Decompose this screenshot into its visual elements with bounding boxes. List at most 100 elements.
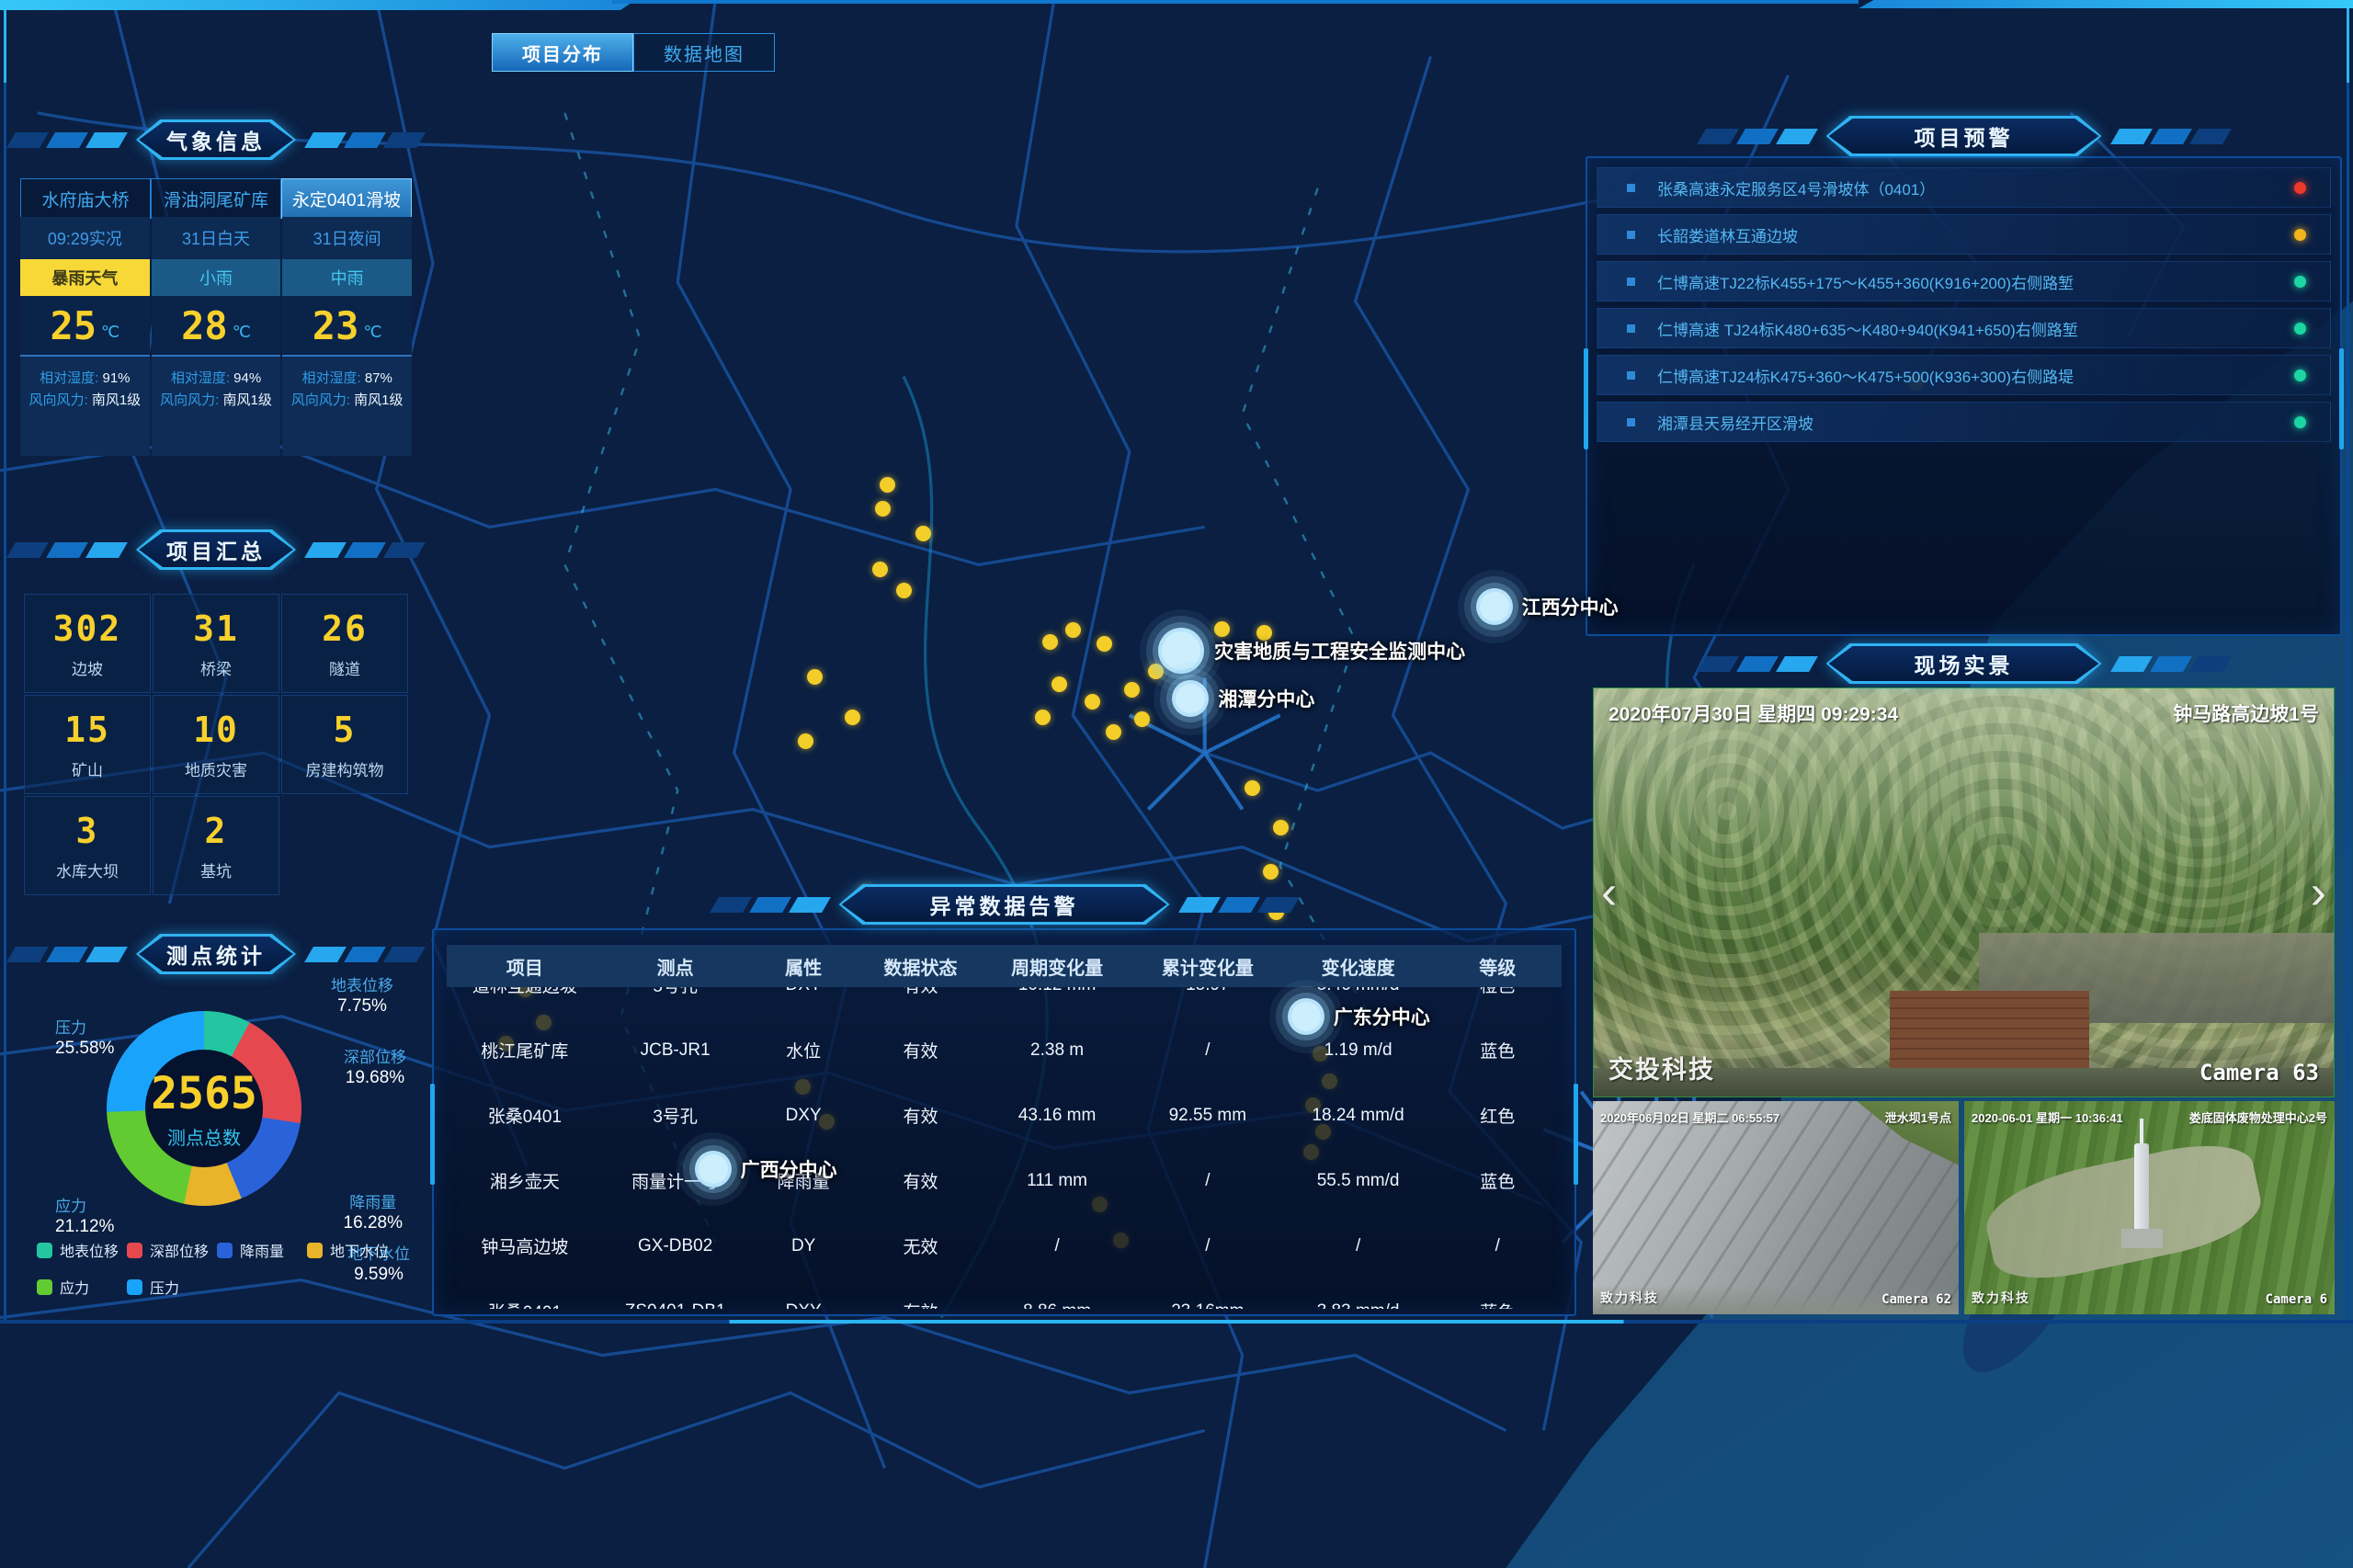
cell-level: 蓝色 — [1433, 1299, 1561, 1309]
live-view-title: 现场实景 — [1829, 646, 2099, 681]
table-row[interactable]: 湘乡壶天 雨量计一号 降雨量 有效 111 mm / 55.5 mm/d 蓝色 — [447, 1148, 1562, 1213]
prev-camera-arrow-icon[interactable]: ‹ — [1601, 869, 1617, 916]
warning-row[interactable]: 张桑高速永定服务区4号滑坡体（0401） — [1597, 167, 2331, 208]
warning-label: 长韶娄道林互通边坡 — [1657, 223, 2294, 246]
weather-condition: 暴雨天气 — [20, 259, 150, 296]
monitor-point-marker[interactable] — [875, 501, 891, 517]
live-view-panel: 现场实景 2020年07月30日 星期四 09:29:34 钟马路高边坡1号 交… — [1586, 643, 2342, 1320]
camera-thumbnail[interactable]: 2020年06月02日 星期二 06:55:57 泄水坝1号点 致力科技 Cam… — [1593, 1101, 1959, 1314]
point-stats-panel: 测点统计 2565 测点总数 地表位移7.75% 深部位移19.68% 降雨量1… — [11, 934, 421, 1316]
camera-vendor-watermark: 致力科技 — [1600, 1289, 1659, 1307]
monitor-point-marker[interactable] — [1085, 694, 1100, 710]
summary-stat-cell: 10 地质灾害 — [153, 695, 279, 794]
camera-id: Camera 6 — [2266, 1292, 2327, 1307]
main-camera-feed[interactable]: 2020年07月30日 星期四 09:29:34 钟马路高边坡1号 交投科技 C… — [1593, 687, 2335, 1097]
title-deco-right-icon — [309, 542, 421, 558]
panel-title-badge: 现场实景 — [1826, 643, 2102, 684]
warning-row[interactable]: 湘潭县天易经开区滑坡 — [1597, 402, 2331, 442]
monitor-point-marker[interactable] — [798, 733, 813, 749]
bullet-icon — [1627, 231, 1635, 239]
title-deco-left-icon — [1701, 656, 1813, 672]
table-row[interactable]: 张桑0401 ZS0401-DB1 DXY 有效 8.86 mm 23.16mm… — [447, 1278, 1562, 1309]
warning-label: 仁博高速 TJ24标K480+635～K480+940(K941+650)右侧路… — [1657, 317, 2294, 340]
warning-label: 仁博高速TJ24标K475+360～K475+500(K936+300)右侧路堤 — [1657, 364, 2294, 387]
stat-label: 水库大坝 — [56, 858, 119, 881]
dashboard-root: 日常管理应急响应简介功能模块 灾害地质与工程安全智能监测云平台 2020年07月… — [0, 0, 2353, 1324]
weather-temperature: 25 ℃ — [20, 296, 150, 355]
stat-label: 地质灾害 — [185, 757, 247, 780]
panel-title-badge: 项目汇总 — [136, 529, 296, 570]
legend-swatch-icon — [37, 1279, 52, 1295]
wind-label: 风向风力: — [291, 392, 350, 408]
cell-speed: / — [1283, 1236, 1434, 1256]
legend-label: 应力 — [60, 1276, 89, 1298]
project-summary-title: 项目汇总 — [139, 532, 293, 567]
weather-period: 31日夜间 — [282, 217, 412, 259]
weather-site-tab[interactable]: 永定0401滑坡 — [281, 178, 412, 219]
bullet-icon — [1627, 184, 1635, 192]
status-dot-icon — [2294, 182, 2306, 194]
stat-value: 5 — [334, 710, 357, 750]
next-camera-arrow-icon[interactable]: › — [2311, 869, 2326, 916]
summary-stat-cell: 15 矿山 — [24, 695, 151, 794]
top-frame-middle — [612, 0, 1859, 4]
legend-item[interactable]: 深部位移 — [127, 1239, 217, 1261]
stat-value: 3 — [76, 811, 99, 851]
top-frame-right — [1859, 0, 2353, 8]
monitor-point-marker[interactable] — [915, 526, 931, 541]
cell-cycle-change: 43.16 mm — [982, 1106, 1132, 1126]
chart-callout: 降雨量16.28% — [344, 1193, 403, 1233]
weather-details: 相对湿度: 94% 风向风力: 南风1级 — [152, 355, 281, 456]
bullet-icon — [1627, 324, 1635, 333]
abnormal-data-title: 异常数据告警 — [842, 887, 1167, 922]
cell-total-change: 92.55 mm — [1132, 1106, 1283, 1126]
monitor-point-marker[interactable] — [1097, 636, 1112, 652]
panel-title-badge: 异常数据告警 — [839, 884, 1170, 925]
weather-condition: 小雨 — [152, 259, 281, 296]
warning-label: 仁博高速TJ22标K455+175～K455+360(K916+200)右侧路堑 — [1657, 270, 2294, 293]
camera-thumbnail[interactable]: 2020-06-01 星期一 10:36:41 娄底固体废物处理中心2号 致力科… — [1964, 1101, 2335, 1314]
weather-site-tab[interactable]: 水府庙大桥 — [20, 178, 151, 219]
table-row[interactable]: 钟马高边坡 GX-DB02 DY 无效 / / / / — [447, 1213, 1562, 1278]
cell-cycle-change: 2.38 m — [982, 1040, 1132, 1061]
table-row[interactable]: 张桑0401 3号孔 DXY 有效 43.16 mm 92.55 mm 18.2… — [447, 1083, 1562, 1148]
legend-item[interactable]: 地下水位 — [307, 1239, 397, 1261]
legend-item[interactable]: 压力 — [127, 1276, 217, 1298]
table-header-cell: 周期变化量 — [982, 953, 1132, 980]
table-header-cell: 测点 — [603, 953, 748, 980]
legend-item[interactable]: 降雨量 — [217, 1239, 307, 1261]
legend-item[interactable]: 应力 — [37, 1276, 127, 1298]
status-dot-icon — [2294, 369, 2306, 381]
stat-label: 隧道 — [329, 656, 360, 679]
map-view-tab[interactable]: 数据地图 — [633, 33, 775, 72]
legend-item[interactable]: 地表位移 — [37, 1239, 127, 1261]
cell-status: 无效 — [859, 1233, 982, 1258]
total-points-value: 2565 — [151, 1068, 257, 1119]
table-header-cell: 累计变化量 — [1132, 953, 1283, 980]
warning-label: 张桑高速永定服务区4号滑坡体（0401） — [1657, 176, 2294, 199]
title-deco-right-icon — [2115, 656, 2227, 672]
camera-image — [1593, 1101, 1959, 1314]
stat-label: 基坑 — [200, 858, 232, 881]
warning-label: 湘潭县天易经开区滑坡 — [1657, 411, 2294, 434]
panel-title-badge: 项目预警 — [1826, 116, 2102, 156]
table-header-cell: 项目 — [447, 953, 603, 980]
cell-total-change: / — [1132, 1236, 1283, 1256]
table-header-cell: 属性 — [748, 953, 859, 980]
monitor-point-marker[interactable] — [807, 669, 823, 685]
cell-level: 蓝色 — [1433, 1168, 1561, 1193]
weather-temperature: 28 ℃ — [152, 296, 281, 355]
warning-row[interactable]: 仁博高速 TJ24标K480+635～K480+940(K941+650)右侧路… — [1597, 308, 2331, 348]
monitor-point-marker[interactable] — [1134, 711, 1148, 727]
warning-row[interactable]: 仁博高速TJ24标K475+360～K475+500(K936+300)右侧路堤 — [1597, 355, 2331, 395]
warning-row[interactable]: 长韶娄道林互通边坡 — [1597, 214, 2331, 255]
total-points-label: 测点总数 — [167, 1123, 241, 1150]
map-view-tab[interactable]: 项目分布 — [492, 33, 633, 72]
title-deco-left-icon — [11, 542, 123, 558]
monitor-point-marker[interactable] — [880, 477, 895, 493]
camera-id: Camera 62 — [1881, 1292, 1951, 1307]
weather-site-tab[interactable]: 滑油洞尾矿库 — [151, 178, 281, 219]
stat-label: 边坡 — [72, 656, 103, 679]
warning-row[interactable]: 仁博高速TJ22标K455+175～K455+360(K916+200)右侧路堑 — [1597, 261, 2331, 301]
status-dot-icon — [2294, 229, 2306, 241]
